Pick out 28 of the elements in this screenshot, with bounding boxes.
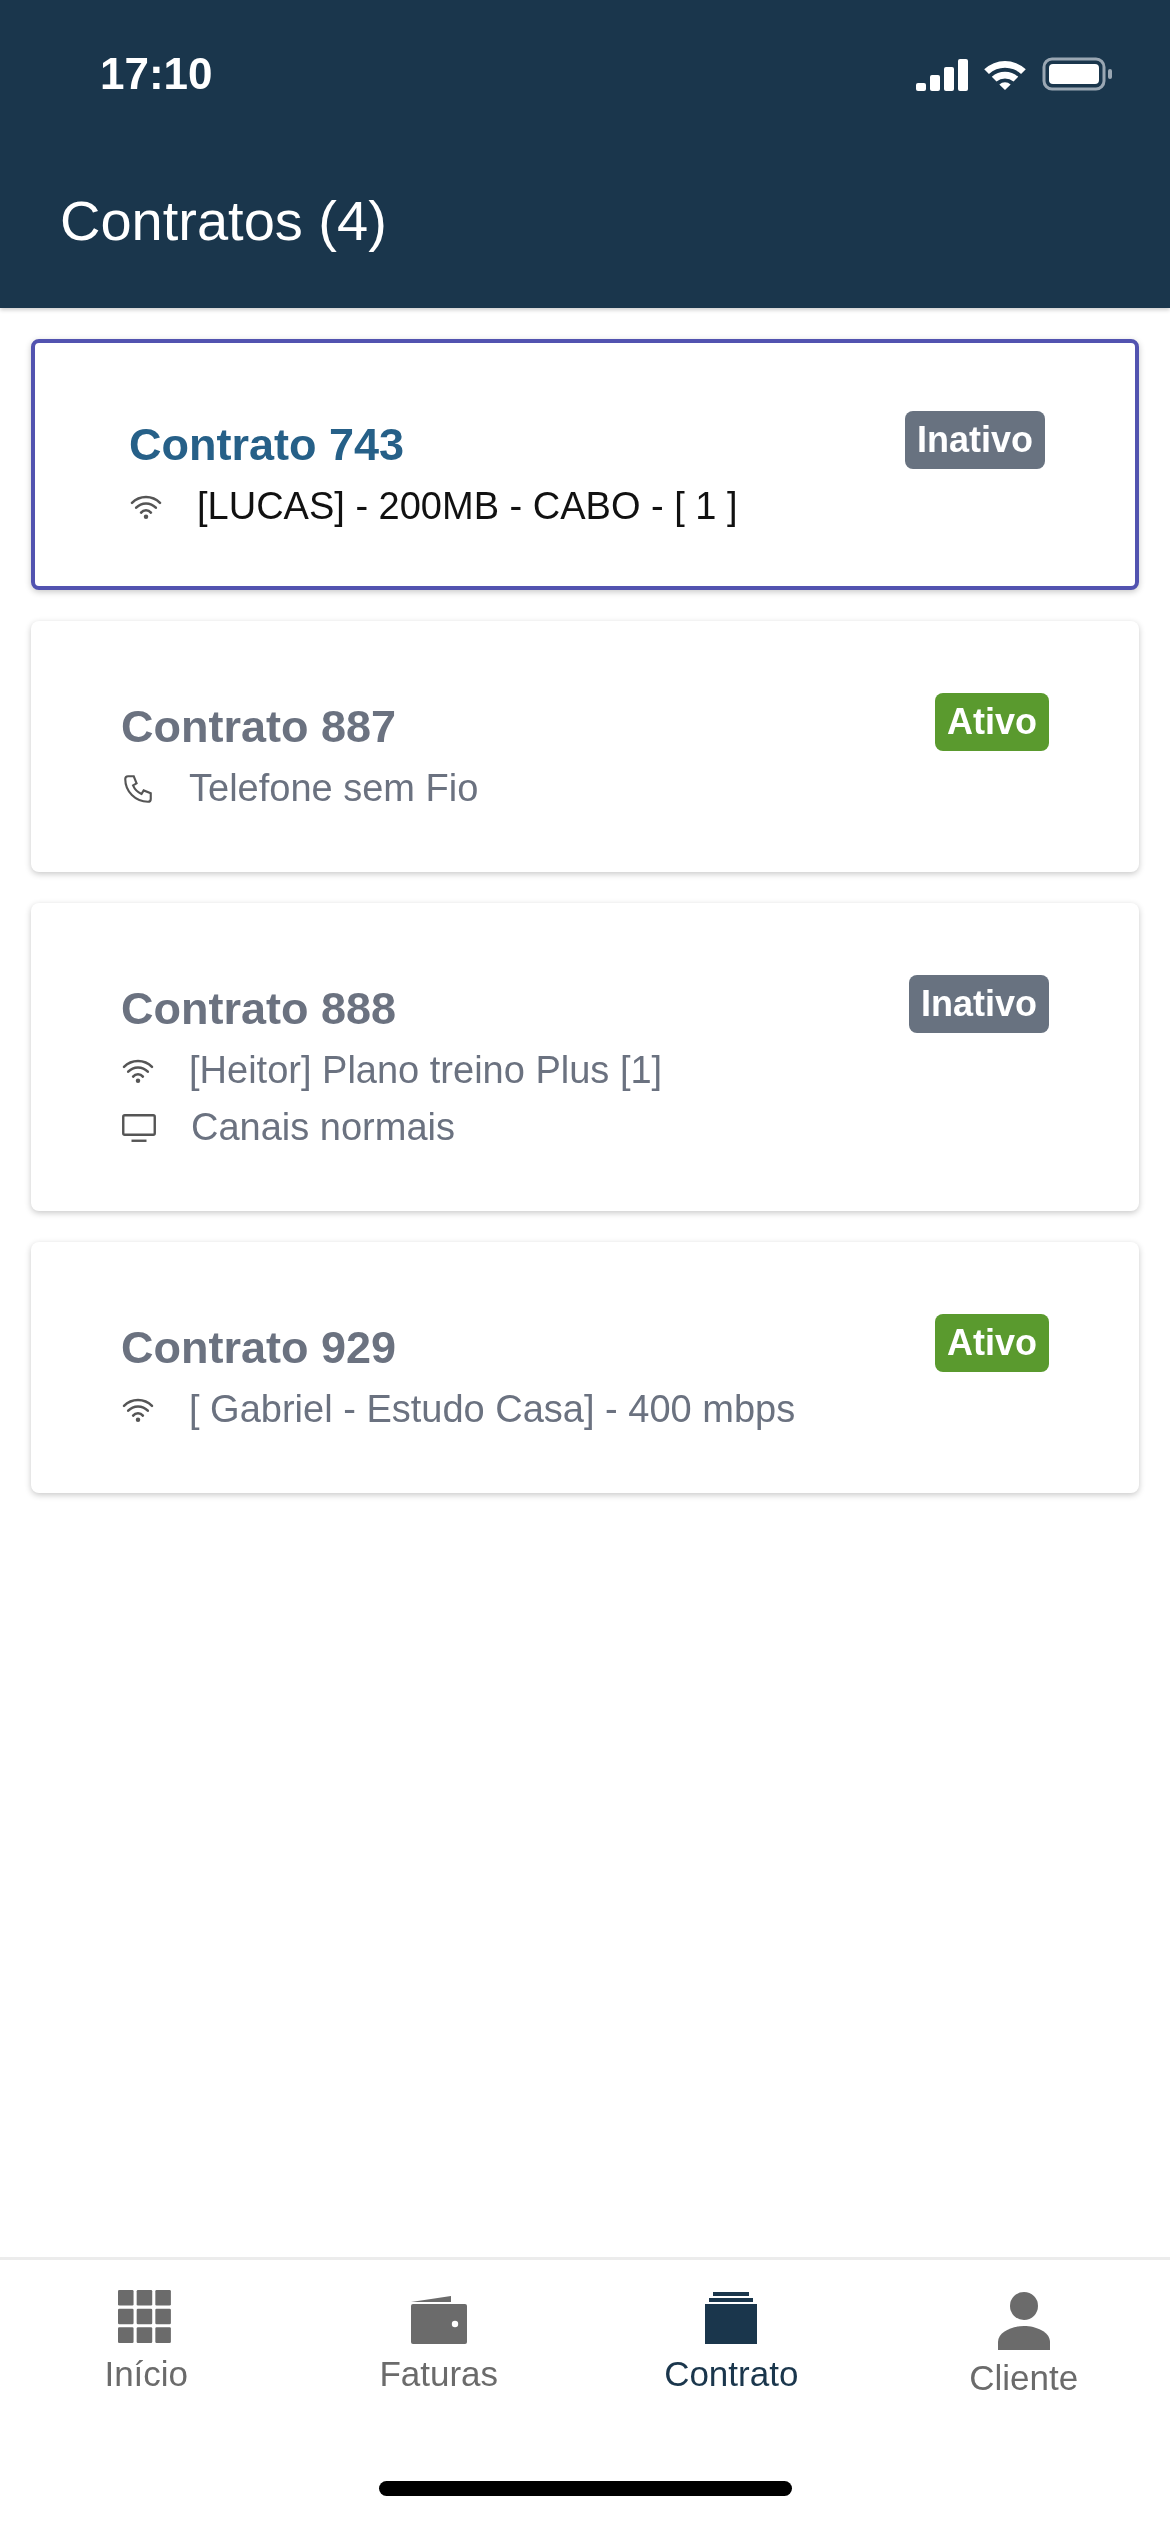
battery-icon [1042,57,1114,91]
contract-title: Contrato 929 [121,1321,397,1374]
status-badge: Inativo [909,975,1049,1033]
contract-title: Contrato 887 [121,700,397,753]
stack-icon [703,2290,760,2346]
contract-card[interactable]: Contrato 887 Ativo Telefone sem Fio [31,621,1139,872]
tab-item[interactable]: Cliente [903,2290,1144,2398]
service-label: [LUCAS] - 200MB - CABO - [ 1 ] [197,485,738,528]
contract-card[interactable]: Contrato 888 Inativo [Heitor] Plano treino Plus [1] Canais normais [31,903,1139,1211]
tab-item[interactable]: Contrato [611,2290,852,2398]
status-badge: Inativo [905,411,1045,469]
tab-item[interactable]: Faturas [318,2290,559,2398]
contract-card[interactable]: Contrato 929 Ativo [ Gabriel - Estudo Casa] - 400 mbps [31,1242,1139,1493]
contract-card[interactable]: Contrato 743 Inativo [LUCAS] - 200MB - CABO - [ 1 ] [31,339,1139,590]
tab-item[interactable]: Início [26,2290,267,2398]
service-label: Telefone sem Fio [189,767,479,810]
service-label: Canais normais [191,1106,455,1149]
person-icon [995,2290,1052,2350]
page-title: Contratos (4) [59,188,388,253]
service-label: [ Gabriel - Estudo Casa] - 400 mbps [189,1388,796,1431]
status-badge: Ativo [935,1314,1049,1372]
status-badge: Ativo [935,693,1049,751]
monitor-icon [121,1112,157,1143]
contract-title: Contrato 888 [121,982,397,1035]
contract-title: Contrato 743 [129,418,405,471]
service-label: [Heitor] Plano treino Plus [1] [189,1049,663,1092]
status-time: 17:10 [100,49,213,99]
signal-icon [916,57,968,91]
